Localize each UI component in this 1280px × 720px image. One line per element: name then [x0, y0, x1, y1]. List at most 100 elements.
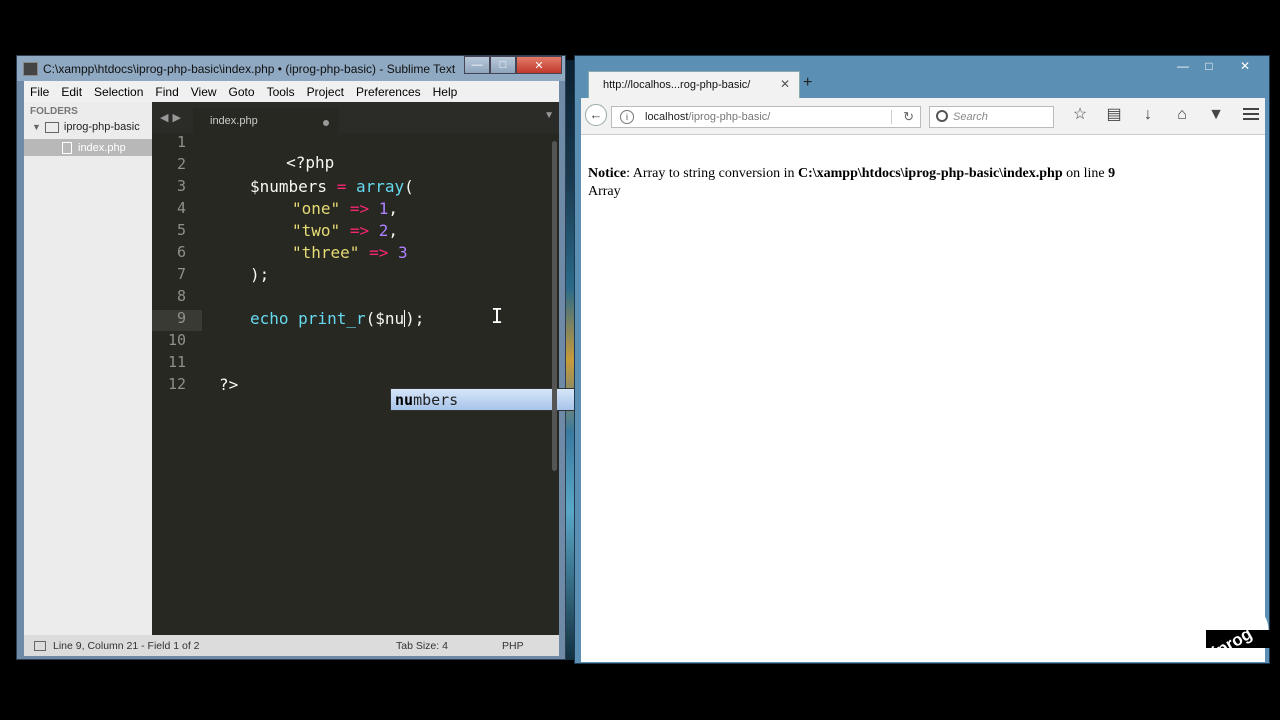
- browser-tab[interactable]: http://localhos...rog-php-basic/ ✕: [588, 71, 800, 98]
- sidebar-file-label: index.php: [78, 141, 126, 154]
- tab-bar: ◀▶ index.php ▼: [152, 102, 559, 133]
- closing: );: [405, 309, 425, 328]
- menu-goto[interactable]: Goto: [223, 85, 261, 99]
- back-arrow-icon[interactable]: ←: [585, 104, 607, 126]
- operator: =: [336, 177, 347, 196]
- tab-size[interactable]: Tab Size: 4: [396, 640, 448, 652]
- url-host: localhost: [645, 111, 689, 123]
- search-box[interactable]: Search: [929, 106, 1054, 128]
- sidebar-folder[interactable]: ▼ iprog-php-basic: [32, 121, 140, 133]
- minimize-icon[interactable]: —: [1170, 56, 1196, 76]
- page-output: Array: [588, 184, 621, 199]
- menu-bar: File Edit Selection Find View Goto Tools…: [24, 81, 559, 102]
- firefox-tabstrip: http://localhos...rog-php-basic/ ✕ + — □…: [575, 56, 1269, 98]
- operator: =>: [349, 221, 370, 240]
- menu-edit[interactable]: Edit: [55, 85, 88, 99]
- menu-help[interactable]: Help: [427, 85, 464, 99]
- panel-toggle-icon[interactable]: [34, 641, 46, 651]
- menu-preferences[interactable]: Preferences: [350, 85, 427, 99]
- home-icon[interactable]: ⌂: [1165, 104, 1199, 126]
- menu-file[interactable]: File: [24, 85, 55, 99]
- tab-nav-arrows-icon[interactable]: ◀▶: [160, 111, 185, 124]
- tab-index-php[interactable]: index.php: [193, 108, 339, 133]
- ibeam-cursor-icon: I: [491, 304, 504, 328]
- autocomplete-item[interactable]: numbers: [395, 391, 458, 409]
- autocomplete-match: nu: [395, 391, 414, 409]
- bookmark-star-icon[interactable]: ☆: [1063, 104, 1097, 126]
- menu-find[interactable]: Find: [149, 85, 184, 99]
- tab-dropdown-icon[interactable]: ▼: [544, 110, 554, 121]
- iprog-logo: iprog: [1206, 603, 1270, 662]
- notice-path: C:\xampp\htdocs\iprog-php-basic\index.ph…: [797, 166, 1063, 181]
- line-number: 8: [176, 287, 186, 305]
- maximize-icon[interactable]: □: [1196, 56, 1222, 76]
- url-bar[interactable]: i localhost/iprog-php-basic/ ↻: [611, 106, 921, 128]
- code-line-4: "one" => 1,: [292, 199, 398, 218]
- menu-selection[interactable]: Selection: [88, 85, 149, 99]
- close-icon[interactable]: ✕: [1222, 56, 1268, 76]
- line-number: 12: [167, 375, 186, 393]
- url-text[interactable]: localhost/iprog-php-basic/: [645, 111, 770, 123]
- string: "two": [292, 221, 341, 240]
- cursor-position: Line 9, Column 21 - Field 1 of 2: [53, 640, 200, 652]
- file-icon: [62, 141, 72, 154]
- paren: (: [404, 177, 414, 196]
- sublime-titlebar[interactable]: C:\xampp\htdocs\iprog-php-basic\index.ph…: [17, 56, 565, 81]
- caret-down-icon[interactable]: ▼: [32, 122, 41, 132]
- browser-tab-title: http://localhos...rog-php-basic/: [603, 79, 751, 91]
- code-editor[interactable]: 1 2 3 4 5 6 7 8 9 10 11 12 <?php $number…: [152, 133, 674, 635]
- autocomplete-rest: mbers: [413, 391, 459, 409]
- line-number: 5: [176, 221, 186, 239]
- line-number: 10: [167, 331, 186, 349]
- download-icon[interactable]: ↓: [1131, 104, 1165, 126]
- line-number: 11: [167, 353, 186, 371]
- operator: =>: [349, 199, 370, 218]
- variable: $numbers: [250, 177, 328, 196]
- close-icon[interactable]: ✕: [516, 56, 562, 74]
- number: 3: [397, 243, 408, 262]
- sublime-app-icon: [23, 62, 38, 76]
- syntax-mode[interactable]: PHP: [502, 640, 524, 652]
- code-line-9: echo print_r($nu);: [250, 309, 424, 329]
- vertical-scrollbar[interactable]: [552, 141, 557, 471]
- menu-tools[interactable]: Tools: [261, 85, 301, 99]
- argument: ($nu: [365, 309, 405, 328]
- reload-icon[interactable]: ↻: [903, 109, 914, 125]
- firefox-window: http://localhos...rog-php-basic/ ✕ + — □…: [574, 55, 1270, 664]
- tab-label: index.php: [210, 115, 258, 127]
- navigation-toolbar: ← i localhost/iprog-php-basic/ ↻ Search …: [581, 98, 1265, 135]
- status-bar: Line 9, Column 21 - Field 1 of 2 Tab Siz…: [24, 635, 559, 656]
- info-icon[interactable]: i: [620, 110, 634, 124]
- keyword-echo: echo: [250, 309, 289, 328]
- url-path: /iprog-php-basic/: [688, 111, 771, 123]
- firefox-window-controls: — □ ✕: [1170, 56, 1268, 76]
- tab-close-icon[interactable]: ✕: [780, 77, 790, 91]
- php-notice: Notice: Array to string conversion in C:…: [588, 166, 1115, 182]
- menu-view[interactable]: View: [185, 85, 223, 99]
- line-number: 3: [176, 177, 186, 195]
- menu-hamburger-icon[interactable]: [1243, 105, 1259, 123]
- function-name: array: [355, 177, 405, 196]
- string: "three": [292, 243, 360, 262]
- code-area[interactable]: <?php $numbers = array( "one" => 1, "two…: [209, 133, 424, 394]
- line-number: 7: [176, 265, 186, 283]
- folder-icon: [44, 121, 59, 133]
- notice-online: on line: [1062, 166, 1109, 181]
- code-line-12: ?>: [219, 375, 238, 395]
- string: "one": [292, 199, 341, 218]
- new-tab-icon[interactable]: +: [803, 74, 812, 92]
- code-line-6: "three" => 3: [292, 243, 408, 263]
- minimize-icon[interactable]: —: [464, 56, 490, 74]
- bookmarks-list-icon[interactable]: ▤: [1097, 104, 1131, 126]
- menu-project[interactable]: Project: [301, 85, 350, 99]
- pocket-icon[interactable]: ▼: [1199, 104, 1233, 126]
- sidebar-file-index[interactable]: index.php: [24, 139, 152, 156]
- code-line-3: $numbers = array(: [250, 177, 414, 197]
- sidebar-heading: FOLDERS: [30, 106, 78, 117]
- maximize-icon[interactable]: □: [490, 56, 516, 74]
- notice-text: : Array to string conversion in: [626, 166, 798, 181]
- unsaved-dot-icon[interactable]: [323, 120, 329, 126]
- closing-paren: );: [250, 265, 270, 284]
- function-name: print_r: [298, 309, 366, 328]
- sublime-window-title: C:\xampp\htdocs\iprog-php-basic\index.ph…: [43, 62, 456, 76]
